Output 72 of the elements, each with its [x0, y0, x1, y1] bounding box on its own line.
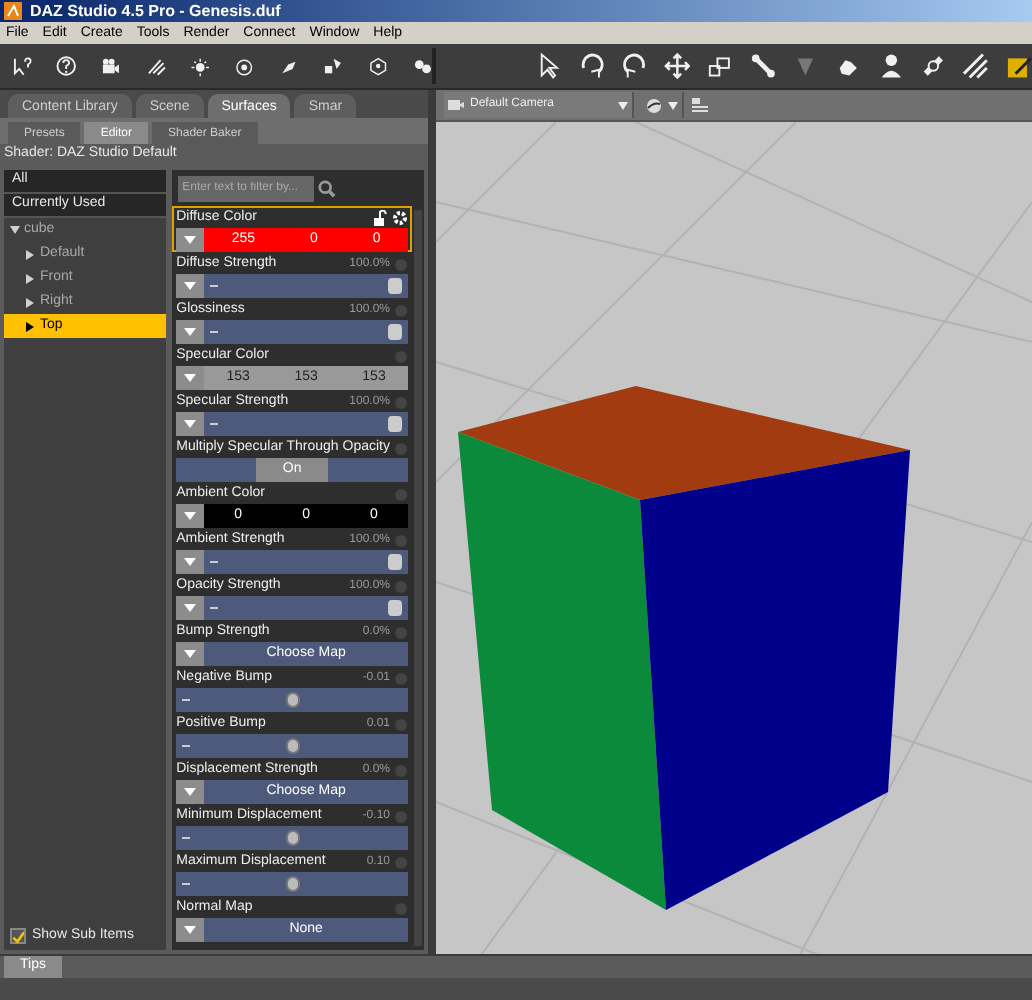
menu-button[interactable] [176, 504, 205, 528]
slider-thumb[interactable] [387, 600, 402, 616]
menu-button[interactable] [176, 320, 205, 344]
menu-button[interactable] [176, 918, 205, 942]
joint-icon[interactable] [920, 52, 947, 80]
hatched-icon[interactable] [962, 52, 990, 80]
caret-icon[interactable] [184, 328, 197, 336]
figure-icon[interactable] [877, 52, 905, 80]
caret-icon [618, 101, 628, 109]
minus-icon[interactable] [210, 284, 219, 288]
caret-icon[interactable] [184, 374, 197, 382]
scrollbar[interactable] [414, 210, 422, 946]
collapsed-arrow-icon[interactable] [26, 273, 36, 283]
slider-track[interactable] [176, 688, 408, 712]
slider-track[interactable] [176, 734, 408, 758]
cone-icon[interactable] [792, 52, 819, 80]
bone-icon[interactable] [749, 52, 776, 80]
caret-icon[interactable] [184, 650, 197, 658]
slider-track[interactable] [176, 826, 408, 850]
paint-icon[interactable] [1005, 52, 1032, 80]
collapsed-arrow-icon[interactable] [26, 297, 36, 307]
caret-icon[interactable] [184, 282, 197, 290]
slider-thumb[interactable] [387, 554, 402, 570]
minus-icon[interactable] [182, 744, 191, 748]
collapsed-arrow-icon[interactable] [26, 321, 36, 331]
camera-icon [448, 98, 464, 112]
slider-track[interactable] [176, 872, 408, 896]
help-icon[interactable] [56, 52, 77, 80]
minus-icon[interactable] [210, 606, 219, 610]
caret-icon[interactable] [184, 604, 197, 612]
move-icon[interactable] [663, 52, 691, 80]
minus-icon[interactable] [182, 882, 191, 886]
minus-icon[interactable] [210, 330, 219, 334]
caret-icon[interactable] [184, 236, 197, 244]
gear-icon[interactable] [392, 210, 408, 226]
minus-icon[interactable] [182, 836, 191, 840]
slider-thumb[interactable] [285, 738, 300, 754]
menu-button[interactable] [176, 550, 205, 574]
shading-dropdown[interactable] [642, 92, 684, 118]
sphere-icon [646, 97, 662, 113]
slider-thumb[interactable] [387, 324, 402, 340]
rotate-icon[interactable] [621, 52, 648, 80]
minus-icon[interactable] [210, 560, 219, 564]
menu-button[interactable] [176, 274, 205, 298]
scale-icon[interactable] [706, 52, 734, 80]
slider-thumb[interactable] [285, 830, 300, 846]
search-icon[interactable] [318, 179, 337, 197]
slider-thumb[interactable] [285, 692, 300, 708]
caret-icon[interactable] [184, 788, 197, 796]
pointer-help-icon[interactable] [12, 52, 33, 80]
caret-icon[interactable] [184, 558, 197, 566]
minus-icon[interactable] [182, 698, 191, 702]
minus-icon[interactable] [210, 422, 219, 426]
slider-thumb[interactable] [285, 876, 300, 892]
menu-button[interactable] [176, 780, 205, 804]
caret-icon[interactable] [184, 420, 197, 428]
lock-icon[interactable] [374, 210, 388, 226]
pointer-icon[interactable] [535, 52, 563, 80]
menu-button[interactable] [176, 596, 205, 620]
rotate-icon[interactable] [578, 52, 606, 80]
menu-button[interactable] [176, 642, 205, 666]
expand-arrow-icon[interactable] [10, 225, 20, 235]
caret-icon [668, 101, 678, 109]
node-cube-icon[interactable] [367, 52, 388, 80]
slider-thumb[interactable] [387, 416, 402, 432]
caret-icon[interactable] [184, 926, 197, 934]
slider-thumb[interactable] [387, 278, 402, 294]
panel-menu-icon[interactable] [692, 98, 708, 112]
app-logo-icon [4, 2, 22, 20]
window-title: DAZ Studio 4.5 Pro - Genesis.duf [30, 3, 281, 19]
collapsed-arrow-icon[interactable] [26, 249, 36, 259]
menu-button[interactable] [176, 412, 205, 436]
